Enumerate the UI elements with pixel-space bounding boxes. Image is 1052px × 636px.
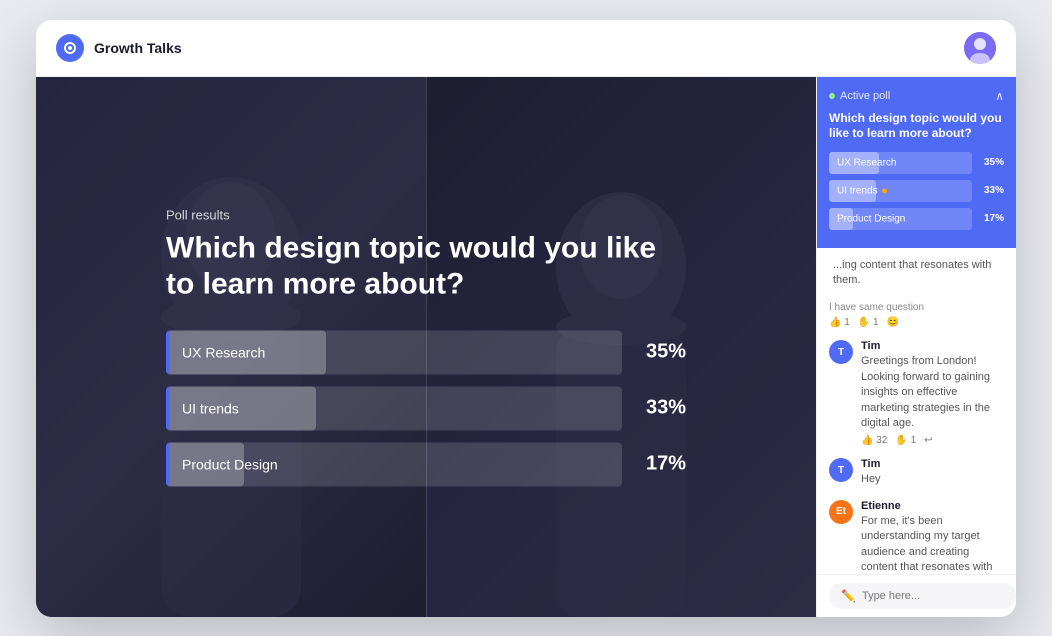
title-bar-left: Growth Talks [56,34,182,62]
poll-bar-label: UX Research [182,344,265,360]
poll-bar-accent [166,386,170,430]
app-title: Growth Talks [94,40,182,56]
mini-poll-pct: 17% [978,213,1004,224]
mini-poll-pct: 35% [978,157,1004,168]
chat-message-tim-2: T Tim Hey [829,458,1004,487]
chat-input[interactable] [862,590,1004,602]
mini-poll-bg: UI trends [829,180,972,202]
active-poll-header: Active poll ∧ [829,89,1004,103]
active-poll-badge-text: Active poll [840,90,890,102]
mini-dot-orange [882,188,887,193]
main-content: Poll results Which design topic would yo… [36,77,1016,617]
mini-poll-items: UX Research 35% UI trends 33% Product De… [829,152,1004,230]
mini-poll-item: UI trends 33% [829,180,1004,202]
poll-bar-bg: UI trends [166,386,622,430]
poll-bar-bg: UX Research [166,330,622,374]
reaction-hand[interactable]: ✋ 1 [858,317,879,328]
mini-poll-bg: Product Design [829,208,972,230]
mini-poll-text: Product Design [837,213,905,224]
type-icon: ✏️ [841,589,856,603]
chat-text-etienne: For me, it's been understanding my targe… [861,514,1004,574]
chat-text-hey: Hey [861,472,1004,487]
chat-reactions: 👍 1 ✋ 1 😊 [829,317,1004,328]
video-divider [426,77,427,617]
reaction-thumbs-tim[interactable]: 👍 32 [861,435,887,446]
chat-message-tim-1: T Tim Greetings from London! Looking for… [829,340,1004,446]
reaction-reply-tim[interactable]: ↩ [924,435,932,446]
poll-bar-container: Product Design [166,442,622,486]
chat-avatar-tim: T [829,340,853,364]
chat-name-etienne: Etienne [861,500,1004,512]
chat-subtext: I have same question [829,302,1004,313]
chat-input-wrapper[interactable]: ✏️ [829,583,1016,609]
active-poll-badge: Active poll [829,90,890,102]
app-logo [56,34,84,62]
chat-input-area: ✏️ 👍 🔥 [817,574,1016,617]
title-bar: Growth Talks [36,20,1016,77]
poll-bar-label: Product Design [182,456,278,472]
video-area: Poll results Which design topic would yo… [36,77,816,617]
chat-content-tim2: Tim Hey [861,458,1004,487]
active-poll-card: Active poll ∧ Which design topic would y… [817,77,1016,248]
chat-avatar-tim2: T [829,458,853,482]
poll-bar-label: UI trends [182,400,239,416]
active-poll-question: Which design topic would you like to lea… [829,111,1004,142]
poll-percentage: 17% [638,453,686,476]
chat-partial-message: ...ing content that resonates with them. [829,258,1004,289]
mini-poll-item: UX Research 35% [829,152,1004,174]
chat-reactions-tim: 👍 32 ✋ 1 ↩ [861,435,1004,446]
mini-poll-pct: 33% [978,185,1004,196]
poll-bar-container: UI trends [166,386,622,430]
poll-bar-accent [166,330,170,374]
chat-content-tim: Tim Greetings from London! Looking forwa… [861,340,1004,446]
poll-bar-bg: Product Design [166,442,622,486]
chat-message: I have same question 👍 1 ✋ 1 😊 [829,300,1004,328]
poll-active-dot [829,93,835,99]
mini-poll-item: Product Design 17% [829,208,1004,230]
mini-poll-text: UI trends [837,185,887,196]
user-avatar-top[interactable] [964,32,996,64]
chat-avatar-etienne: Et [829,500,853,524]
app-container: Growth Talks [36,20,1016,617]
chat-content-etienne: Etienne For me, it's been understanding … [861,500,1004,574]
reaction-thumbs[interactable]: 👍 1 [829,317,850,328]
chat-content: I have same question 👍 1 ✋ 1 😊 [829,302,1004,328]
poll-bar-accent [166,442,170,486]
chat-text-tim: Greetings from London! Looking forward t… [861,354,1004,431]
poll-bar-container: UX Research [166,330,622,374]
mini-poll-text: UX Research [837,157,896,168]
chevron-up-icon[interactable]: ∧ [995,89,1004,103]
reaction-smile[interactable]: 😊 [887,317,899,328]
poll-percentage: 33% [638,397,686,420]
reaction-hand-tim[interactable]: ✋ 1 [895,435,916,446]
mini-poll-bg: UX Research [829,152,972,174]
chat-area[interactable]: ...ing content that resonates with them.… [817,248,1016,574]
sidebar: Active poll ∧ Which design topic would y… [816,77,1016,617]
chat-message-etienne: Et Etienne For me, it's been understandi… [829,500,1004,574]
chat-name-tim: Tim [861,340,1004,352]
poll-percentage: 35% [638,341,686,364]
partial-text: ...ing content that resonates with them. [829,258,1004,289]
chat-name-tim2: Tim [861,458,1004,470]
